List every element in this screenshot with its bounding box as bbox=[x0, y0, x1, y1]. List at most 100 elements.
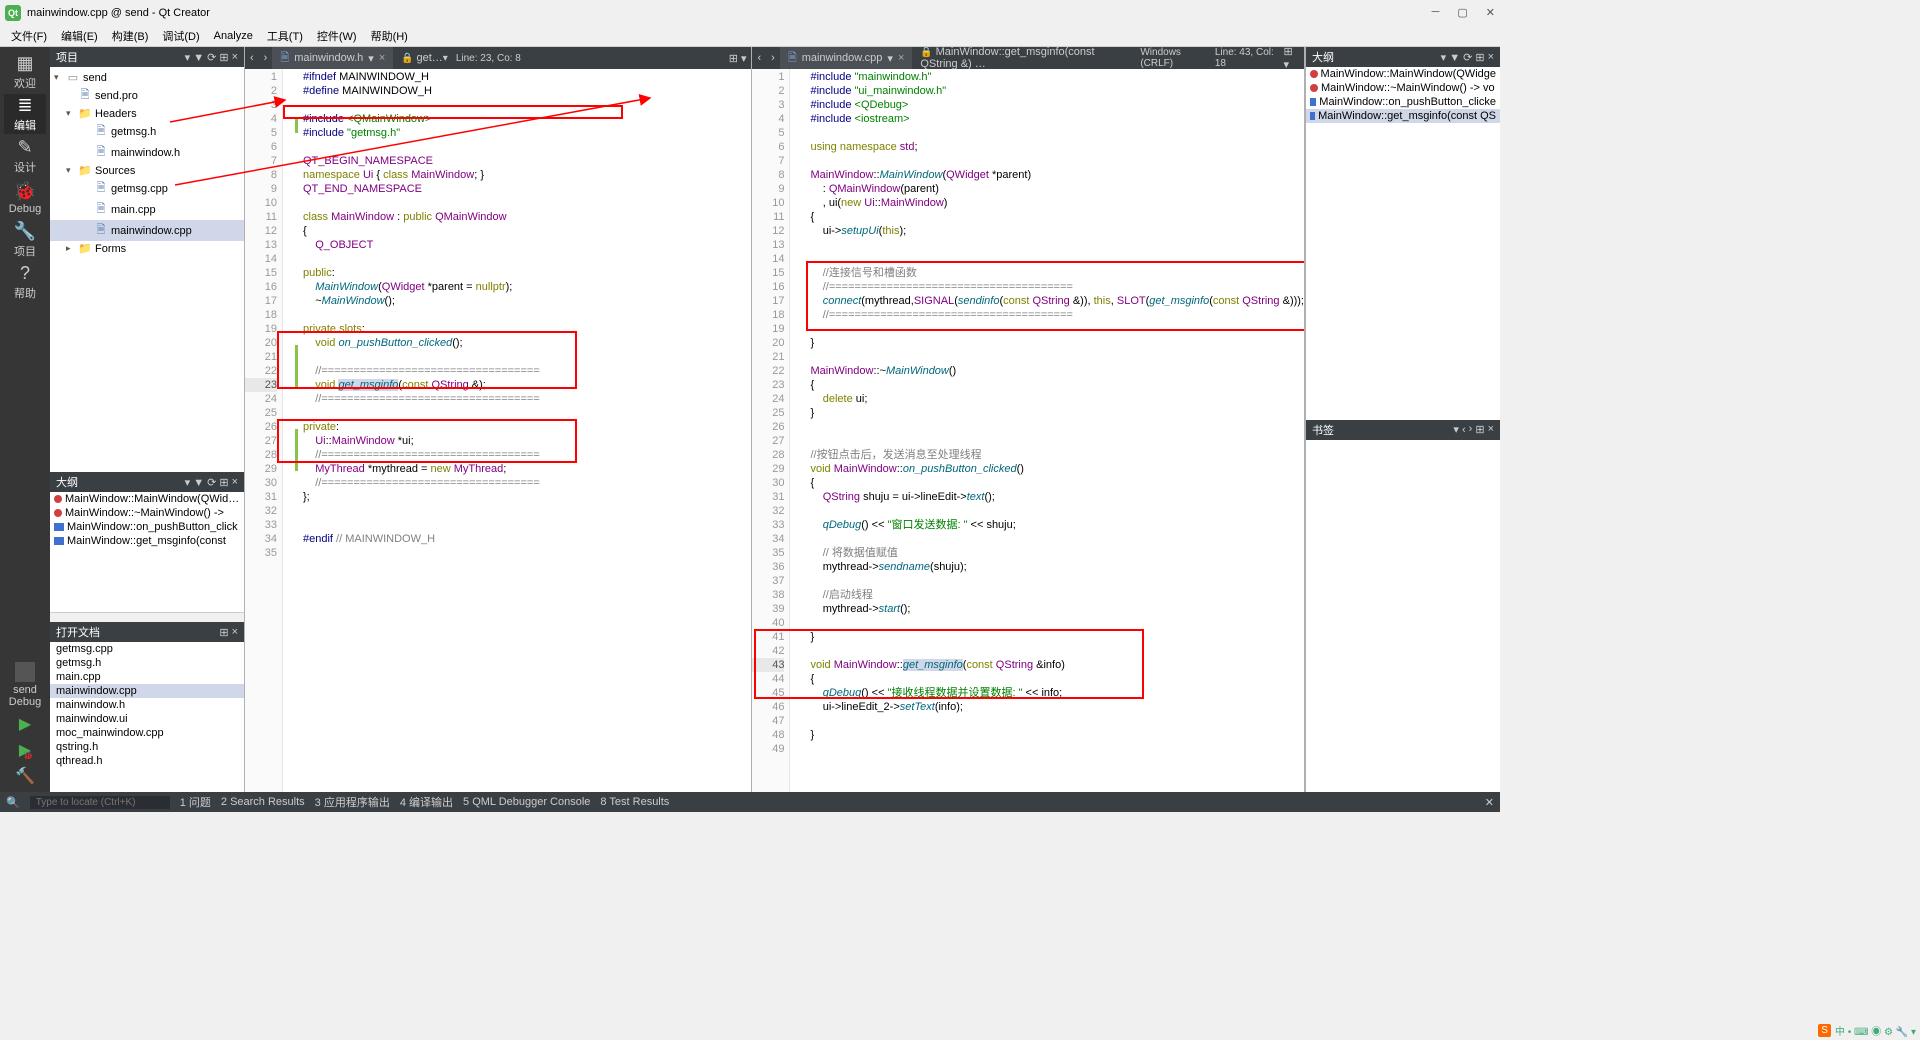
outline-item[interactable]: MainWindow::on_pushButton_click bbox=[50, 520, 244, 534]
build-button[interactable]: 🔨 bbox=[15, 766, 35, 786]
outline-item[interactable]: MainWindow::get_msginfo(const QS bbox=[1306, 109, 1500, 123]
mode-design[interactable]: ✎设计 bbox=[4, 136, 46, 176]
close-panel-icon[interactable]: × bbox=[232, 476, 238, 489]
nav-back[interactable]: ‹ bbox=[752, 52, 766, 64]
prev-icon[interactable]: ▾ ‹ bbox=[1453, 423, 1465, 436]
opendoc-item[interactable]: qstring.h bbox=[50, 740, 244, 754]
status-item[interactable]: 5 QML Debugger Console bbox=[463, 796, 590, 808]
outline-right-header: 大纲 ▾ ▼ ⟳ ⊞ × bbox=[1306, 47, 1500, 67]
tree-item[interactable]: 🗎mainwindow.h bbox=[50, 142, 244, 163]
question-icon: ? bbox=[20, 263, 30, 284]
menu-analyze[interactable]: Analyze bbox=[208, 28, 259, 44]
ime-tray: S 中 • ⌨ ◉ ⚙ 🔧 ▾ bbox=[1818, 1023, 1916, 1038]
outline-item[interactable]: MainWindow::MainWindow(QWid… bbox=[50, 492, 244, 506]
bookmarks-list[interactable] bbox=[1306, 440, 1500, 793]
filter-icon[interactable]: ▾ ▼ bbox=[185, 51, 204, 64]
sync-icon[interactable]: ⟳ bbox=[207, 51, 216, 64]
status-item[interactable]: 4 编译输出 bbox=[400, 794, 453, 810]
nav-fwd[interactable]: › bbox=[259, 52, 273, 64]
pencil-icon: ✎ bbox=[17, 137, 32, 158]
search-icon: 🔍 bbox=[6, 796, 20, 809]
outline-list[interactable]: MainWindow::MainWindow(QWid…MainWindow::… bbox=[50, 492, 244, 612]
tree-item[interactable]: 🗎getmsg.cpp bbox=[50, 178, 244, 199]
split-icon[interactable]: ⊞ bbox=[1475, 423, 1484, 436]
close-tab-icon[interactable]: × bbox=[898, 52, 904, 64]
opendoc-item[interactable]: getmsg.cpp bbox=[50, 642, 244, 656]
split-editor-icon[interactable]: ⊞ ▾ bbox=[724, 52, 752, 65]
split-editor-icon[interactable]: ⊞ ▾ bbox=[1278, 45, 1304, 71]
status-close-icon[interactable]: ✕ bbox=[1485, 796, 1494, 809]
menu-tools[interactable]: 工具(T) bbox=[261, 26, 309, 46]
status-item[interactable]: 8 Test Results bbox=[600, 796, 669, 808]
encoding[interactable]: Windows (CRLF) bbox=[1140, 47, 1207, 69]
menu-build[interactable]: 构建(B) bbox=[106, 26, 155, 46]
close-panel-icon[interactable]: × bbox=[1488, 51, 1494, 64]
code-editor-right[interactable]: #include "mainwindow.h"#include "ui_main… bbox=[804, 69, 1304, 792]
outline-item[interactable]: MainWindow::get_msginfo(const bbox=[50, 534, 244, 548]
mode-welcome[interactable]: ▦欢迎 bbox=[4, 52, 46, 92]
tree-item[interactable]: 🗎getmsg.h bbox=[50, 121, 244, 142]
close-tab-icon[interactable]: × bbox=[379, 52, 385, 64]
maximize-button[interactable]: ▢ bbox=[1457, 6, 1467, 19]
minimize-button[interactable]: ─ bbox=[1432, 6, 1440, 19]
opendocs-list[interactable]: getmsg.cppgetmsg.hmain.cppmainwindow.cpp… bbox=[50, 642, 244, 792]
mode-debug[interactable]: 🐞Debug bbox=[4, 178, 46, 218]
tab-mainwindow-cpp[interactable]: 🗎 mainwindow.cpp ▾ × bbox=[780, 47, 913, 69]
opendoc-item[interactable]: qthread.h bbox=[50, 754, 244, 768]
sync-icon[interactable]: ⟳ bbox=[207, 476, 216, 489]
tree-item[interactable]: ▾📁Headers bbox=[50, 106, 244, 121]
opendoc-item[interactable]: mainwindow.h bbox=[50, 698, 244, 712]
menu-file[interactable]: 文件(F) bbox=[5, 26, 53, 46]
filter-icon[interactable]: ▾ ▼ bbox=[1441, 51, 1460, 64]
editor-right: ‹ › 🗎 mainwindow.cpp ▾ × 🔒 MainWindow::g… bbox=[752, 47, 1305, 792]
menu-widgets[interactable]: 控件(W) bbox=[311, 26, 363, 46]
debug-run-button[interactable]: ▶🐞 bbox=[19, 740, 31, 760]
locator-input[interactable] bbox=[30, 796, 170, 809]
sync-icon[interactable]: ⟳ bbox=[1463, 51, 1472, 64]
close-panel-icon[interactable]: × bbox=[232, 626, 238, 639]
tree-item[interactable]: ▸📁Forms bbox=[50, 241, 244, 256]
mode-projects[interactable]: 🔧项目 bbox=[4, 220, 46, 260]
split-icon[interactable]: ⊞ bbox=[219, 476, 228, 489]
next-icon[interactable]: › bbox=[1469, 423, 1473, 436]
close-panel-icon[interactable]: × bbox=[232, 51, 238, 64]
status-item[interactable]: 2 Search Results bbox=[221, 796, 305, 808]
close-button[interactable]: ✕ bbox=[1486, 6, 1495, 19]
outline-item[interactable]: MainWindow::on_pushButton_clicke bbox=[1306, 95, 1500, 109]
tab-mainwindow-h[interactable]: 🗎 mainwindow.h ▾ × bbox=[272, 47, 393, 69]
menu-help[interactable]: 帮助(H) bbox=[365, 26, 414, 46]
filter-icon[interactable]: ▾ ▼ bbox=[185, 476, 204, 489]
run-target[interactable]: send Debug bbox=[9, 662, 41, 708]
menu-debug[interactable]: 调试(D) bbox=[156, 26, 205, 46]
run-button[interactable]: ▶ bbox=[19, 714, 31, 734]
mode-help[interactable]: ?帮助 bbox=[4, 262, 46, 302]
mode-edit[interactable]: ≣编辑 bbox=[4, 94, 46, 134]
opendoc-item[interactable]: moc_mainwindow.cpp bbox=[50, 726, 244, 740]
nav-fwd[interactable]: › bbox=[766, 52, 780, 64]
tree-item[interactable]: 🗎mainwindow.cpp bbox=[50, 220, 244, 241]
opendoc-item[interactable]: getmsg.h bbox=[50, 656, 244, 670]
opendoc-item[interactable]: main.cpp bbox=[50, 670, 244, 684]
outline-item[interactable]: MainWindow::MainWindow(QWidge bbox=[1306, 67, 1500, 81]
split-icon[interactable]: ⊞ bbox=[1475, 51, 1484, 64]
crumb[interactable]: 🔒 MainWindow::get_msginfo(const QString … bbox=[920, 46, 1132, 70]
tree-item[interactable]: 🗎send.pro bbox=[50, 85, 244, 106]
status-item[interactable]: 1 问题 bbox=[180, 794, 211, 810]
opendoc-item[interactable]: mainwindow.cpp bbox=[50, 684, 244, 698]
close-panel-icon[interactable]: × bbox=[1488, 423, 1494, 436]
tree-item[interactable]: 🗎main.cpp bbox=[50, 199, 244, 220]
outline-item[interactable]: MainWindow::~MainWindow() -> vo bbox=[1306, 81, 1500, 95]
tree-item[interactable]: ▾📁Sources bbox=[50, 163, 244, 178]
split-icon[interactable]: ⊞ bbox=[219, 51, 228, 64]
crumb[interactable]: 🔒 get…▾ bbox=[401, 52, 448, 64]
nav-back[interactable]: ‹ bbox=[245, 52, 259, 64]
menu-edit[interactable]: 编辑(E) bbox=[55, 26, 104, 46]
outline-list-right[interactable]: MainWindow::MainWindow(QWidgeMainWindow:… bbox=[1306, 67, 1500, 420]
opendoc-item[interactable]: mainwindow.ui bbox=[50, 712, 244, 726]
tree-item[interactable]: ▾▭send bbox=[50, 70, 244, 85]
split-icon[interactable]: ⊞ bbox=[219, 626, 228, 639]
code-editor-left[interactable]: #ifndef MAINWINDOW_H#define MAINWINDOW_H… bbox=[297, 69, 751, 792]
project-tree[interactable]: ▾▭send🗎send.pro▾📁Headers🗎getmsg.h🗎mainwi… bbox=[50, 67, 244, 472]
status-item[interactable]: 3 应用程序输出 bbox=[315, 794, 390, 810]
outline-item[interactable]: MainWindow::~MainWindow() -> bbox=[50, 506, 244, 520]
